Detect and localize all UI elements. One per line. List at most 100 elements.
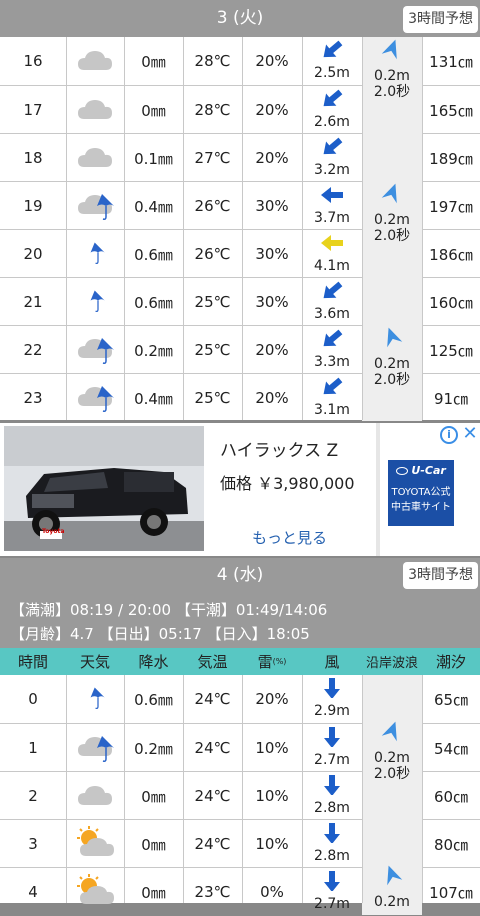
precip-cell: 0㎜ — [141, 883, 166, 902]
wind-speed: 2.6m — [314, 114, 350, 130]
precip-cell: 0㎜ — [141, 101, 166, 120]
hour-cell: 1 — [28, 739, 38, 757]
dealer-badge: Toyota — [42, 528, 65, 535]
weather-cell — [66, 675, 124, 723]
ad-banner[interactable]: Toyota ハイラックス Z 価格 ￥3,980,000 もっと見る i ✕ … — [0, 423, 480, 556]
wind-cell: 2.8m — [302, 820, 362, 868]
wind-speed: 3.3m — [314, 354, 350, 370]
header-thunder: 雷 (%) — [242, 648, 302, 675]
thunder-cell: 20% — [255, 341, 289, 359]
ucar-logo[interactable]: U-Car TOYOTA公式 中古車サイト — [388, 460, 454, 526]
tide-cell: 160㎝ — [429, 293, 473, 312]
temp-cell: 26℃ — [194, 245, 231, 263]
wind-cell: 2.7m — [302, 724, 362, 772]
wind-arrow-icon — [319, 137, 345, 162]
wind-speed: 2.7m — [314, 752, 350, 768]
ad-more-link[interactable]: もっと見る — [252, 527, 327, 548]
wind-speed: 2.7m — [314, 896, 350, 912]
column-divider — [422, 675, 423, 903]
tide-cell: 186㎝ — [429, 245, 473, 264]
thunder-cell: 20% — [255, 149, 289, 167]
column-divider — [66, 37, 67, 420]
cloudy-icon — [74, 779, 116, 813]
column-divider — [183, 37, 184, 420]
column-divider — [242, 37, 243, 420]
cloudy-rain-icon — [74, 332, 116, 368]
sun-cloud-icon — [74, 874, 116, 910]
precip-cell: 0.2㎜ — [134, 341, 173, 360]
tide-cell: 107㎝ — [429, 883, 473, 902]
weather-cell — [66, 374, 124, 422]
tide-cell: 54㎝ — [433, 739, 469, 758]
wind-arrow-icon — [319, 870, 345, 896]
header-precip: 降水 — [138, 653, 169, 671]
wave-height: 0.2m — [374, 212, 410, 228]
wave-period: 2.0秒 — [373, 372, 411, 388]
thunder-cell: 0% — [260, 883, 284, 901]
weather-cell — [66, 820, 124, 868]
rain-umbrella-icon — [80, 235, 110, 273]
ad-title: ハイラックス Z — [220, 441, 339, 461]
wind-cell: 3.2m — [302, 134, 362, 182]
thunder-cell: 30% — [255, 245, 289, 263]
column-headers: 時間 天気 降水 気温 雷 (%) 風 沿岸波浪 潮汐 — [0, 648, 480, 675]
forecast-table: 0 0.6㎜ 24℃ 20% 2.9m 65㎝ 1 0.2㎜ 24℃ 10% 2.7m 54㎝ 2 0㎜ 2… — [0, 675, 480, 915]
wave-height: 0.2m — [374, 356, 410, 372]
thunder-cell: 20% — [255, 101, 289, 119]
forecast-3h-button[interactable]: 3時間予想 — [403, 562, 478, 589]
wind-arrow-icon — [319, 281, 345, 306]
wind-speed: 2.5m — [314, 65, 350, 81]
wind-speed: 4.1m — [314, 258, 350, 274]
header-tide: 潮汐 — [435, 653, 466, 671]
temp-cell: 23℃ — [194, 883, 231, 901]
column-divider — [242, 675, 243, 903]
wind-speed: 2.8m — [314, 800, 350, 816]
column-divider — [422, 37, 423, 420]
cloudy-icon — [74, 93, 116, 127]
column-divider — [302, 37, 303, 420]
precip-cell: 0.1㎜ — [134, 149, 173, 168]
temp-cell: 25℃ — [194, 389, 231, 407]
column-divider — [124, 37, 125, 420]
hour-cell: 18 — [23, 149, 43, 167]
hour-cell: 4 — [28, 883, 38, 901]
precip-cell: 0.6㎜ — [134, 245, 173, 264]
tide-info: 【満潮】08:19 / 20:00 【干潮】01:49/14:06 【月齢】4.… — [0, 596, 480, 648]
toyota-emblem-icon — [396, 467, 409, 475]
header-hour: 時間 — [17, 653, 48, 671]
weather-cell — [66, 724, 124, 772]
wind-cell: 3.7m — [302, 182, 362, 230]
ad-close-icon[interactable]: ✕ — [460, 423, 480, 445]
wave-cell: 0.2m 2.0秒 — [362, 675, 422, 819]
wind-cell: 4.1m — [302, 230, 362, 278]
precip-cell: 0.2㎜ — [134, 739, 173, 758]
hour-cell: 19 — [23, 197, 43, 215]
temp-cell: 26℃ — [194, 197, 231, 215]
wind-arrow-icon — [319, 774, 345, 800]
hour-cell: 2 — [28, 787, 38, 805]
thunder-cell: 10% — [255, 739, 289, 757]
cloudy-rain-icon — [74, 730, 116, 766]
wave-direction-icon — [380, 719, 404, 750]
temp-cell: 27℃ — [194, 149, 231, 167]
header-temp: 気温 — [197, 653, 228, 671]
wind-speed: 3.2m — [314, 162, 350, 178]
precip-cell: 0.4㎜ — [134, 197, 173, 216]
column-divider — [66, 675, 67, 903]
forecast-3h-button[interactable]: 3時間予想 — [403, 6, 478, 33]
wind-arrow-icon — [319, 233, 345, 258]
temp-cell: 28℃ — [194, 101, 231, 119]
ad-divider — [376, 423, 380, 556]
weather-cell — [66, 278, 124, 326]
precip-cell: 0㎜ — [141, 835, 166, 854]
moon-sun-times: 【月齢】4.7 【日出】05:17 【日入】18:05 — [10, 625, 310, 643]
wind-speed: 3.6m — [314, 306, 350, 322]
wave-height: 0.2m — [374, 894, 410, 910]
temp-cell: 24℃ — [194, 835, 231, 853]
thunder-cell: 20% — [255, 690, 289, 708]
wind-arrow-icon — [319, 726, 345, 752]
hour-cell: 17 — [23, 101, 43, 119]
ad-info-icon[interactable]: i — [440, 426, 458, 444]
wind-speed: 3.1m — [314, 402, 350, 418]
wind-arrow-icon — [319, 329, 345, 354]
